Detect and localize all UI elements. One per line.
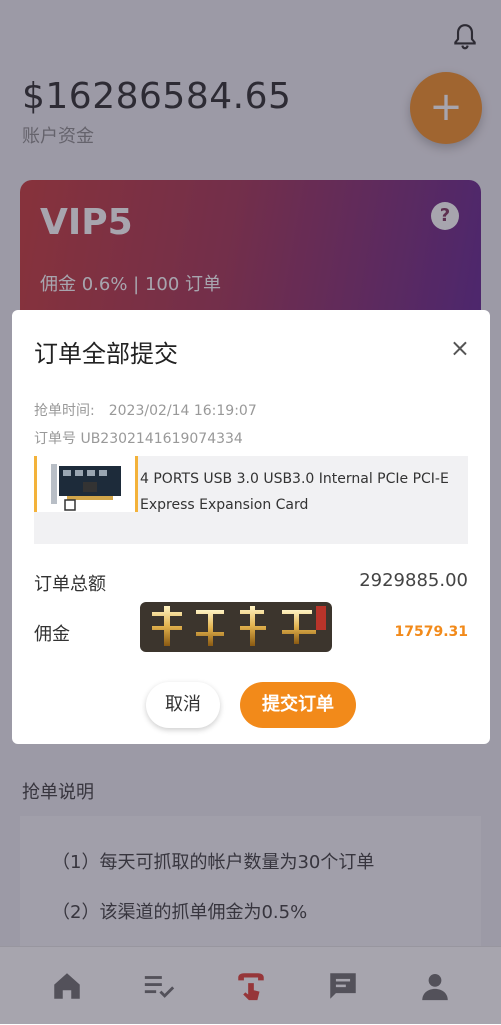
cancel-button[interactable]: 取消 bbox=[146, 682, 220, 728]
close-icon[interactable]: × bbox=[450, 336, 470, 360]
commission-label: 佣金 bbox=[34, 624, 70, 645]
order-number: 订单号 UB2302141619074334 bbox=[34, 428, 243, 448]
dialog-title: 订单全部提交 bbox=[34, 340, 178, 368]
submit-order-button[interactable]: 提交订单 bbox=[240, 682, 356, 728]
product-card: 4 PORTS USB 3.0 USB3.0 Internal PCIe PCI… bbox=[34, 456, 468, 544]
commission-value: 17579.31 bbox=[394, 624, 468, 640]
product-image bbox=[34, 456, 138, 512]
grab-time-value: 2023/02/14 16:19:07 bbox=[108, 403, 257, 419]
order-number-value: UB2302141619074334 bbox=[80, 431, 243, 447]
watermark-logo bbox=[140, 602, 332, 652]
product-name: 4 PORTS USB 3.0 USB3.0 Internal PCIe PCI… bbox=[140, 471, 449, 513]
order-number-label: 订单号 bbox=[34, 431, 76, 447]
grab-time-label: 抢单时间: bbox=[34, 403, 95, 419]
order-total-value: 2929885.00 bbox=[359, 570, 468, 591]
order-total-label: 订单总额 bbox=[34, 574, 106, 595]
submit-order-dialog: 订单全部提交 × 抢单时间: 2023/02/14 16:19:07 订单号 UB… bbox=[12, 310, 490, 744]
grab-time: 抢单时间: 2023/02/14 16:19:07 bbox=[34, 400, 257, 420]
pcie-card-icon bbox=[51, 464, 121, 511]
